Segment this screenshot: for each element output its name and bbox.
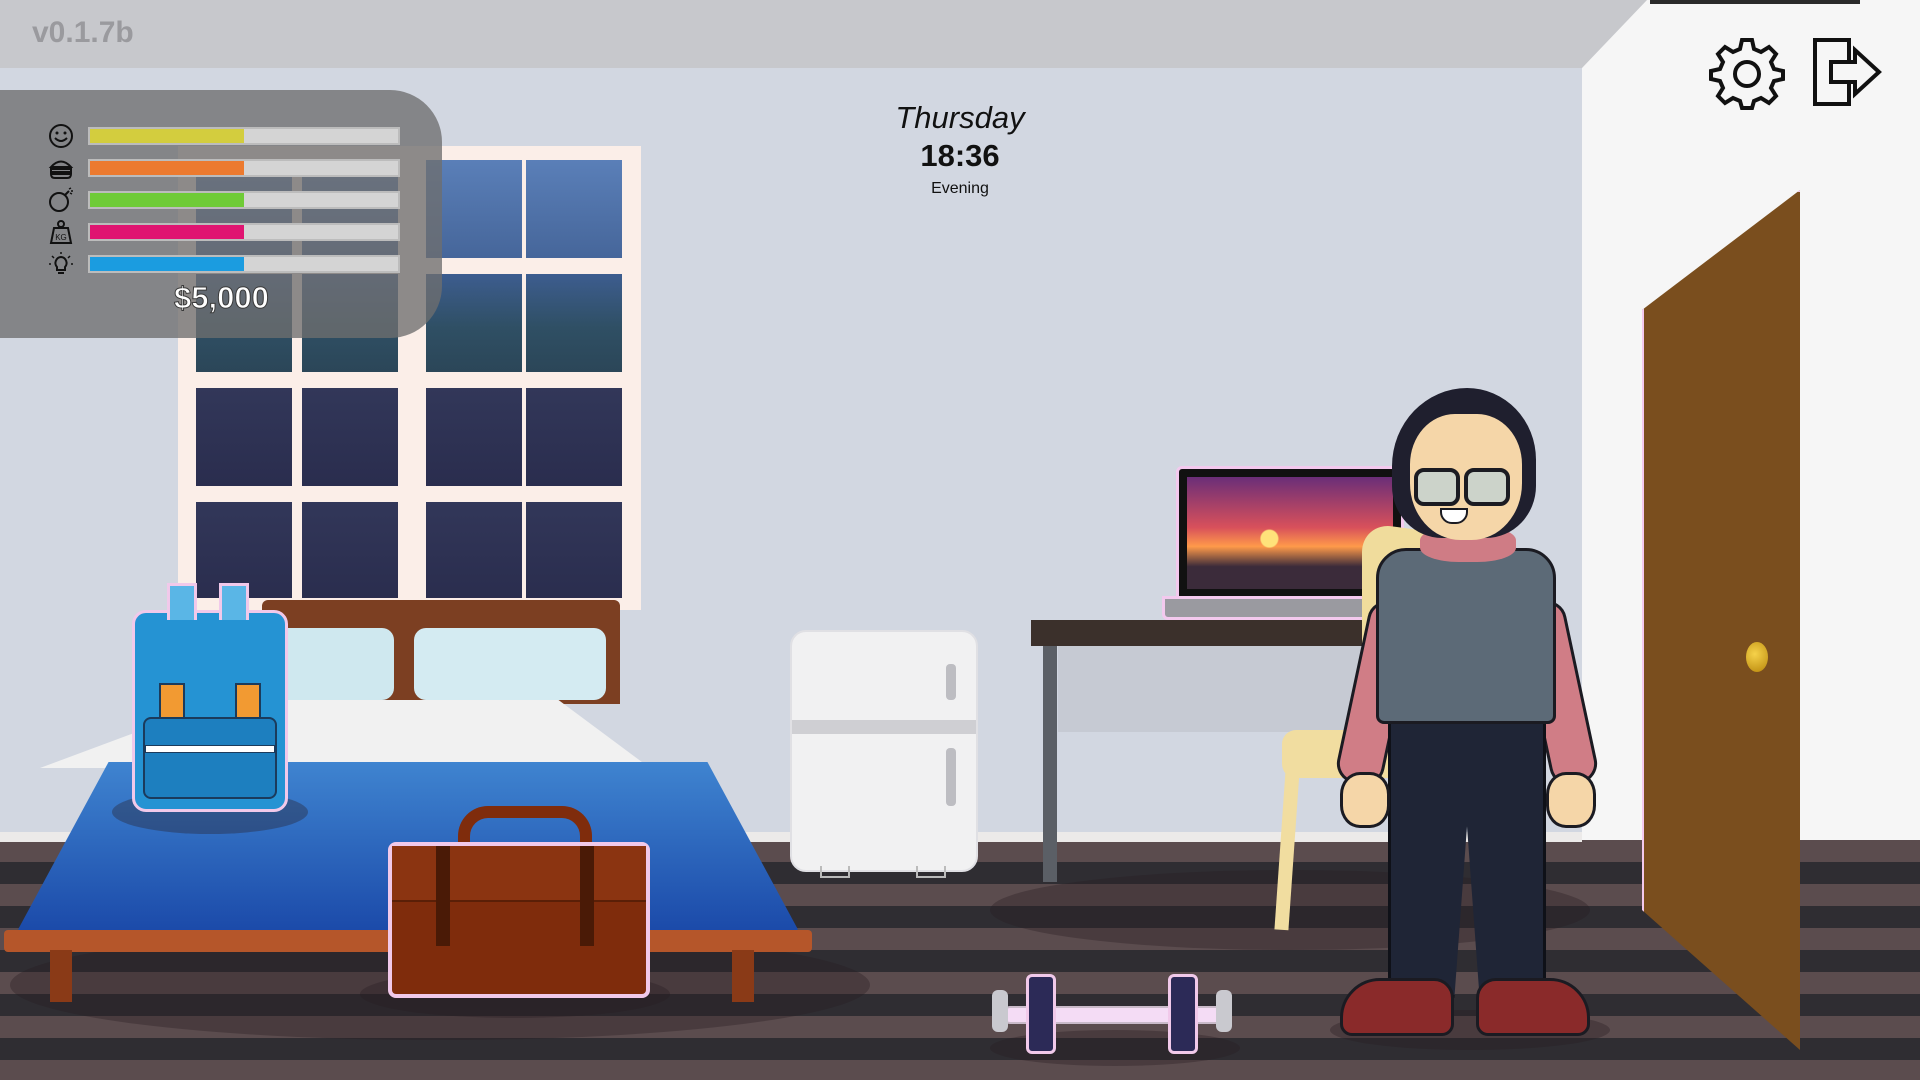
stat-row-weight: KG <box>48 218 400 246</box>
fridge-foot <box>820 866 850 878</box>
top-edge-strip <box>1650 0 1860 4</box>
mini-fridge[interactable] <box>790 630 978 872</box>
energy-bomb-icon <box>48 187 74 213</box>
clock-time: 18:36 <box>920 138 1000 173</box>
door-knob[interactable] <box>1746 642 1768 672</box>
dumbbell-cap <box>1216 990 1232 1032</box>
money-display: $5,000 <box>174 280 270 316</box>
gear-icon <box>1709 34 1785 115</box>
character-hand[interactable] <box>1340 772 1390 828</box>
stat-row-happiness <box>48 122 400 150</box>
hunger-bar-fill <box>90 161 244 175</box>
exit-door-icon <box>1809 34 1885 115</box>
dumbbell-plate <box>1026 974 1056 1054</box>
bed-leg <box>50 950 72 1002</box>
exit-button[interactable] <box>1808 34 1886 114</box>
game-clock: Thursday 18:36 Evening <box>880 100 1040 198</box>
happiness-face-icon <box>48 123 74 149</box>
weight-kg-icon: KG <box>48 219 74 245</box>
happiness-bar-fill <box>90 129 244 143</box>
character-shoe[interactable] <box>1340 978 1454 1036</box>
suitcase[interactable] <box>388 842 650 998</box>
backpack[interactable] <box>132 583 288 812</box>
version-label: v0.1.7b <box>32 16 134 49</box>
weight-bar <box>88 223 400 241</box>
hunger-bar <box>88 159 400 177</box>
dumbbell-plate <box>1168 974 1198 1054</box>
desk-leg <box>1043 646 1057 882</box>
character-glasses <box>1464 468 1510 506</box>
fridge-foot <box>916 866 946 878</box>
energy-bar-fill <box>90 193 244 207</box>
stat-row-intelligence <box>48 250 400 278</box>
clock-day: Thursday <box>895 100 1025 135</box>
character-shoe[interactable] <box>1476 978 1590 1036</box>
character[interactable] <box>1376 548 1556 724</box>
dumbbell-cap <box>992 990 1008 1032</box>
svg-text:KG: KG <box>55 233 67 242</box>
stat-row-energy <box>48 186 400 214</box>
door[interactable] <box>1642 190 1800 1050</box>
intelligence-bar <box>88 255 400 273</box>
character-hand[interactable] <box>1546 772 1596 828</box>
clock-period: Evening <box>931 180 989 197</box>
bed-leg <box>732 950 754 1002</box>
energy-bar <box>88 191 400 209</box>
happiness-bar <box>88 127 400 145</box>
settings-button[interactable] <box>1708 34 1786 114</box>
intelligence-bulb-icon <box>48 251 74 277</box>
hunger-burger-icon <box>48 155 74 181</box>
character-glasses <box>1414 468 1460 506</box>
intelligence-bar-fill <box>90 257 244 271</box>
weight-bar-fill <box>90 225 244 239</box>
pillow <box>414 628 606 700</box>
stat-row-hunger <box>48 154 400 182</box>
